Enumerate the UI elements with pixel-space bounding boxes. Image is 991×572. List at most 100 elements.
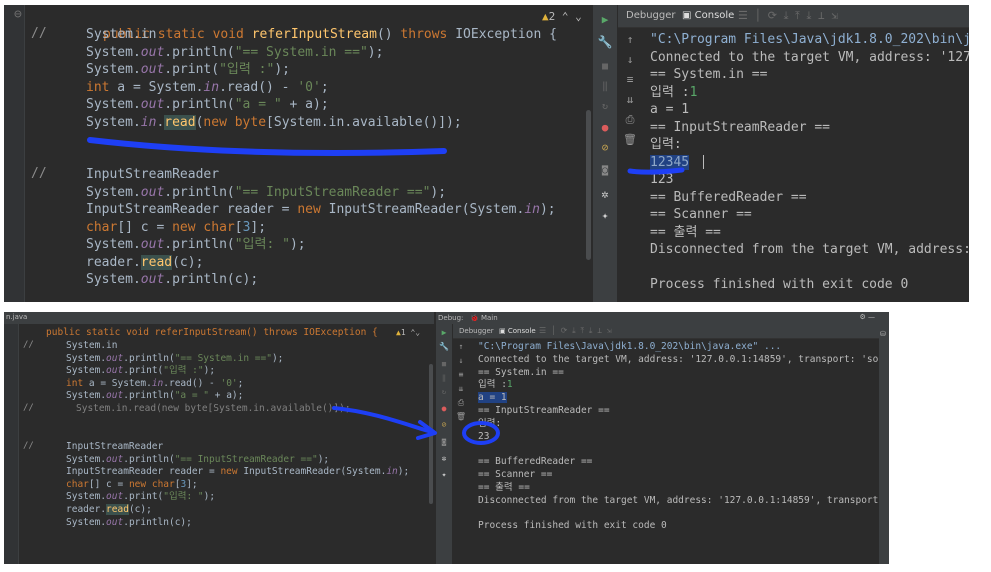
code-editor[interactable]: ⊖ public static void referInputStream() … bbox=[4, 5, 592, 302]
code-line-commented[interactable]: System.in.read(new byte[System.in.availa… bbox=[76, 403, 351, 416]
method-signature-line[interactable]: public static void referInputStream() th… bbox=[46, 327, 378, 340]
console-line: 입력 :1 bbox=[650, 84, 698, 100]
code-line[interactable]: System.in bbox=[86, 26, 156, 44]
kw-static: static bbox=[157, 26, 205, 42]
print-icon[interactable]: ⎙ bbox=[453, 398, 469, 408]
code-line[interactable]: System.out.println("== System.in =="); bbox=[66, 353, 283, 366]
resume-icon[interactable]: ▶ bbox=[593, 13, 617, 26]
soft-wrap-icon[interactable]: ≡ bbox=[618, 73, 642, 86]
fold-marker[interactable]: ⊖ bbox=[14, 7, 22, 22]
breakpoints-icon[interactable]: ● bbox=[593, 121, 617, 134]
settings-gear-icon[interactable]: ⚙ — bbox=[859, 313, 875, 321]
method-signature-line[interactable]: public static void referInputStream() th… bbox=[56, 8, 557, 42]
console-line: Disconnected from the target VM, address… bbox=[650, 242, 969, 257]
stop-icon[interactable]: ■ bbox=[593, 61, 617, 72]
camera-icon[interactable]: ◙ bbox=[436, 438, 452, 446]
console-icon: ▣ bbox=[499, 327, 508, 335]
console-tabbar: Debugger ▣ Console ☰ │ ⟳ ⤓ ⤒ ⤓ ⊥ ⇲ bbox=[618, 5, 969, 28]
code-line[interactable]: System.out.print("입력 :"); bbox=[66, 365, 215, 378]
console-line: == 출력 == bbox=[650, 224, 721, 240]
code-line[interactable]: System.in bbox=[66, 340, 117, 353]
code-line[interactable]: int a = System.in.read() - '0'; bbox=[66, 378, 243, 391]
rerun-icon[interactable]: ↻ bbox=[436, 388, 452, 396]
code-line[interactable]: InputStreamReader bbox=[86, 166, 219, 184]
code-line[interactable]: char[] c = new char[3]; bbox=[66, 479, 198, 492]
console-line: Process finished with exit code 0 bbox=[478, 520, 667, 532]
trash-icon[interactable]: 🗑 bbox=[453, 412, 469, 421]
resume-icon[interactable]: ▶ bbox=[436, 328, 452, 337]
scroll-up-icon[interactable]: ↑ bbox=[453, 342, 469, 351]
editor-scrollbar[interactable] bbox=[429, 364, 433, 504]
code-line[interactable]: System.out.println(c); bbox=[66, 517, 192, 530]
mute-breakpoints-icon[interactable]: ⊘ bbox=[593, 141, 617, 154]
console-line: Connected to the target VM, address: '12… bbox=[478, 353, 879, 365]
layout-icons[interactable]: ☰ │ ⟳ ⤓ ⤒ ⤓ ⊥ ⇲ bbox=[738, 9, 838, 23]
code-line[interactable]: System.out.println(c); bbox=[86, 271, 258, 289]
console-input-line[interactable]: 23 bbox=[478, 431, 489, 444]
breakpoints-icon[interactable]: ● bbox=[436, 404, 452, 413]
code-line[interactable]: System.out.print("입력 :"); bbox=[86, 61, 290, 79]
editor-scrollbar[interactable] bbox=[586, 110, 591, 260]
code-line[interactable]: System.out.println("== InputStreamReader… bbox=[66, 454, 329, 467]
code-line[interactable]: InputStreamReader reader = new InputStre… bbox=[66, 466, 409, 479]
wrench-icon[interactable]: 🔧 bbox=[593, 35, 617, 49]
soft-wrap-icon[interactable]: ≡ bbox=[453, 370, 469, 379]
scroll-down-icon[interactable]: ↓ bbox=[618, 53, 642, 66]
settings-icon[interactable]: ✲ bbox=[436, 454, 452, 463]
scroll-to-end-icon[interactable]: ⇊ bbox=[618, 93, 642, 106]
inspection-widget[interactable]: ▲2 ⌃ ⌄ bbox=[542, 10, 582, 23]
code-line[interactable]: reader.read(c); bbox=[66, 504, 152, 517]
code-line[interactable]: System.out.println("a = " + a); bbox=[86, 96, 329, 114]
kw-void: void bbox=[212, 26, 244, 42]
code-line[interactable]: System.out.println("== InputStreamReader… bbox=[86, 184, 446, 202]
database-icon[interactable]: ⛁ bbox=[880, 330, 886, 338]
tab-debugger[interactable]: Debugger bbox=[626, 10, 676, 21]
code-line[interactable]: int a = System.in.read() - '0'; bbox=[86, 79, 329, 97]
code-line[interactable]: System.out.println("입력: "); bbox=[86, 236, 306, 254]
console-line: == BufferedReader == bbox=[650, 189, 807, 205]
inspection-widget[interactable]: ▲1 ⌃⌄ bbox=[396, 328, 420, 337]
code-editor[interactable]: public static void referInputStream() th… bbox=[4, 324, 434, 564]
trash-icon[interactable]: 🗑 bbox=[618, 133, 642, 146]
pause-icon[interactable]: ‖ bbox=[436, 374, 452, 382]
file-tab[interactable]: n.java bbox=[6, 313, 27, 321]
pin-icon[interactable]: ✦ bbox=[436, 470, 452, 479]
tab-console[interactable]: ▣ Console bbox=[499, 327, 536, 335]
code-line[interactable]: char[] c = new char[3]; bbox=[86, 219, 266, 237]
console-panel[interactable]: Debugger ▣ Console ☰ │ ⟳ ⤓ ⤒ ⤓ ⊥ ⇲ ↑ ↓ ≡… bbox=[618, 5, 969, 302]
code-line[interactable]: System.out.println("== System.in =="); bbox=[86, 44, 383, 62]
code-line[interactable]: reader.read(c); bbox=[86, 254, 203, 272]
stop-icon[interactable]: ■ bbox=[436, 360, 452, 368]
rerun-icon[interactable]: ↻ bbox=[593, 101, 617, 112]
camera-icon[interactable]: ◙ bbox=[593, 165, 617, 176]
chevron-up-icon[interactable]: ⌃ bbox=[562, 10, 569, 23]
scroll-up-icon[interactable]: ↑ bbox=[618, 33, 642, 46]
chevron-down-icon[interactable]: ⌄ bbox=[575, 10, 582, 23]
console-icon: ▣ bbox=[682, 10, 695, 21]
code-line[interactable]: InputStreamReader reader = new InputStre… bbox=[86, 201, 556, 219]
code-line[interactable]: System.out.println("a = " + a); bbox=[66, 390, 243, 403]
debug-toolbar: ▶ 🔧 ■ ‖ ↻ ● ⊘ ◙ ✲ ✦ bbox=[593, 5, 617, 302]
mute-breakpoints-icon[interactable]: ⊘ bbox=[436, 420, 452, 429]
scroll-to-end-icon[interactable]: ⇊ bbox=[453, 384, 469, 393]
console-panel[interactable]: Debugger ▣ Console ☰ │ ⟳ ⤓ ⤒ ⤓ ⊥ ⇲ ↑ ↓ ≡… bbox=[453, 324, 879, 564]
tab-debugger[interactable]: Debugger bbox=[459, 327, 494, 335]
pause-icon[interactable]: ‖ bbox=[593, 81, 617, 92]
layout-icons[interactable]: ☰ │ ⟳ ⤓ ⤒ ⤓ ⊥ ⇲ bbox=[539, 326, 612, 336]
settings-icon[interactable]: ✲ bbox=[593, 187, 617, 201]
code-line[interactable]: InputStreamReader bbox=[66, 441, 163, 454]
tab-console[interactable]: ▣ Console bbox=[682, 10, 734, 21]
print-icon[interactable]: ⎙ bbox=[618, 113, 642, 127]
wrench-icon[interactable]: 🔧 bbox=[436, 342, 452, 351]
console-line: Disconnected from the target VM, address… bbox=[478, 494, 879, 506]
editor-gutter bbox=[4, 324, 19, 564]
text-cursor bbox=[702, 155, 704, 169]
scroll-down-icon[interactable]: ↓ bbox=[453, 356, 469, 365]
pin-icon[interactable]: ✦ bbox=[593, 209, 617, 222]
tab-main[interactable]: 🐞 Main bbox=[470, 314, 498, 322]
code-line[interactable]: System.out.print("입력: "); bbox=[66, 491, 215, 504]
console-input-line[interactable]: 12345 bbox=[650, 154, 704, 172]
console-line: == System.in == bbox=[478, 366, 564, 378]
code-line[interactable]: System.in.read(new byte[System.in.availa… bbox=[86, 114, 462, 132]
console-line: == System.in == bbox=[650, 67, 768, 82]
